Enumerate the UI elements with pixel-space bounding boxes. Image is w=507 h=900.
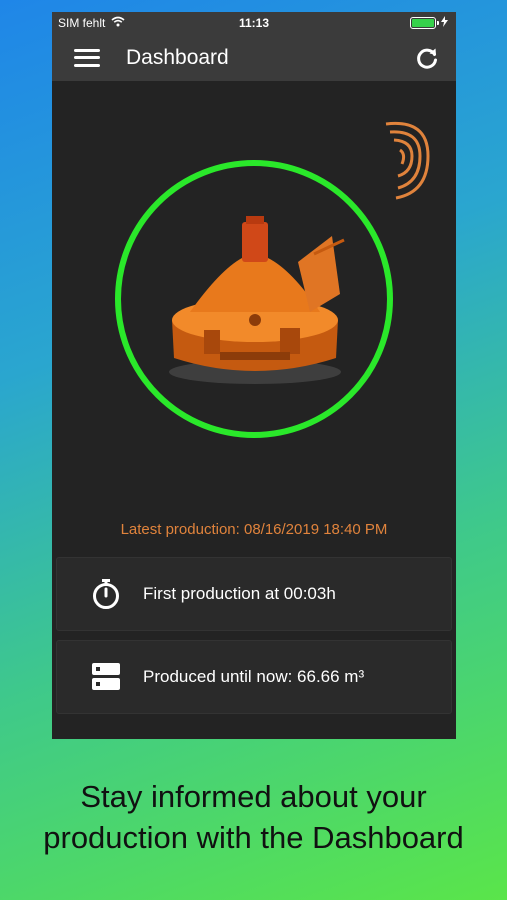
nav-bar: Dashboard [52,34,456,81]
brand-logo [376,114,434,209]
server-icon [89,660,123,694]
page-title: Dashboard [126,45,229,69]
status-bar: SIM fehlt 11:13 [52,12,456,34]
latest-production-text: Latest production: 08/16/2019 18:40 PM [120,521,388,538]
produced-label: Produced until now: 66.66 m³ [143,667,365,686]
produced-card: Produced until now: 66.66 m³ [56,640,452,714]
promo-caption: Stay informed about your production with… [0,776,507,858]
status-left: SIM fehlt [58,16,125,30]
first-production-label: First production at 00:03h [143,584,336,603]
battery-icon [410,17,439,29]
status-right [410,16,448,30]
caption-line-1: Stay informed about your [80,779,427,814]
phone-screen: SIM fehlt 11:13 Dashboard Latest product… [52,12,456,739]
caption-line-2: production with the Dashboard [43,820,464,855]
hamburger-icon[interactable] [74,48,100,67]
refresh-icon[interactable] [412,43,442,73]
mixer-image [160,200,350,395]
charging-icon [441,16,448,30]
wifi-icon [111,16,125,30]
carrier-label: SIM fehlt [58,16,106,30]
first-production-card: First production at 00:03h [56,557,452,631]
stopwatch-icon [89,577,123,611]
